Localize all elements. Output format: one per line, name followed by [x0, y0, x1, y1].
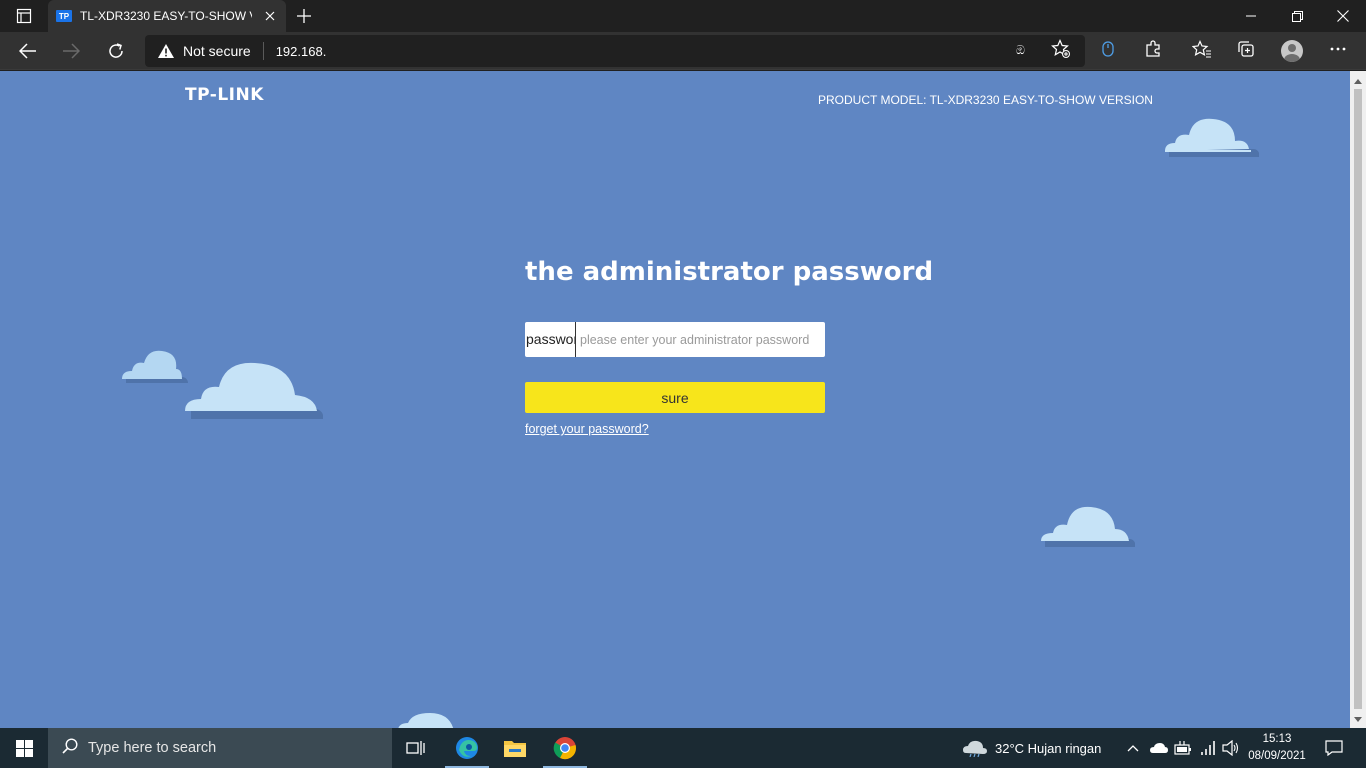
- back-icon[interactable]: [13, 36, 43, 66]
- battery-icon[interactable]: [1174, 728, 1192, 768]
- cloud-icon: [1165, 118, 1259, 157]
- refresh-icon[interactable]: [101, 36, 131, 66]
- wifi-icon[interactable]: [1199, 728, 1217, 768]
- tp-link-favicon-icon: TP: [56, 10, 72, 22]
- page-scrollbar[interactable]: [1350, 71, 1366, 728]
- more-options-icon[interactable]: [1327, 38, 1349, 60]
- warning-icon[interactable]: [157, 43, 175, 59]
- task-view-icon[interactable]: [392, 728, 440, 768]
- sure-button[interactable]: sure: [525, 382, 825, 413]
- password-input[interactable]: passwor please enter your administrator …: [525, 322, 825, 357]
- login-panel: the administrator password passwor pleas…: [525, 257, 934, 436]
- system-clock[interactable]: 15:13 08/09/2021: [1246, 731, 1308, 765]
- volume-icon[interactable]: [1222, 728, 1240, 768]
- onedrive-icon[interactable]: [1150, 728, 1168, 768]
- weather-text: 32°C Hujan ringan: [995, 740, 1102, 756]
- cloud-icon: [398, 713, 454, 728]
- weather-widget[interactable]: 32°C Hujan ringan: [962, 728, 1101, 768]
- scroll-down-icon[interactable]: [1350, 711, 1366, 727]
- forgot-password-link[interactable]: forget your password?: [525, 422, 649, 436]
- address-divider: [262, 42, 264, 60]
- clock-date: 08/09/2021: [1248, 750, 1306, 762]
- notification-center-icon[interactable]: [1318, 728, 1350, 768]
- taskbar-search[interactable]: Type here to search: [48, 728, 392, 768]
- scroll-thumb[interactable]: [1354, 89, 1362, 709]
- edge-icon[interactable]: [443, 728, 491, 768]
- tab-actions-icon[interactable]: [8, 4, 40, 28]
- tp-link-logo: TP-LINK: [185, 85, 264, 105]
- page-title: the administrator password: [525, 257, 934, 287]
- clock-time: 15:13: [1262, 733, 1292, 745]
- password-placeholder[interactable]: please enter your administrator password: [576, 333, 809, 347]
- new-tab-icon[interactable]: [292, 4, 316, 28]
- restore-icon[interactable]: [1274, 0, 1320, 32]
- add-favorite-icon[interactable]: [1050, 38, 1072, 60]
- browser-toolbar: Not secure 192.168. ඔ: [0, 32, 1366, 70]
- profile-avatar-icon[interactable]: [1281, 40, 1303, 62]
- close-window-icon[interactable]: [1320, 0, 1366, 32]
- cloud-icon: [185, 362, 323, 419]
- password-value[interactable]: passwor: [525, 322, 576, 357]
- minimize-icon[interactable]: [1228, 0, 1274, 32]
- read-aloud-icon[interactable]: ඔ: [1014, 38, 1036, 60]
- svg-text:ඔ: ඔ: [1016, 43, 1025, 56]
- weather-cloud-icon: [963, 740, 987, 757]
- show-hidden-icons-icon[interactable]: [1127, 728, 1139, 768]
- browser-tab-bar: TP TL-XDR3230 EASY-TO-SHOW VE: [0, 0, 1366, 32]
- tab-title: TL-XDR3230 EASY-TO-SHOW VE: [80, 9, 252, 23]
- search-placeholder: Type here to search: [88, 740, 217, 756]
- security-status[interactable]: Not secure: [183, 43, 251, 59]
- product-model: PRODUCT MODEL: TL-XDR3230 EASY-TO-SHOW V…: [818, 93, 1153, 107]
- cloud-icon: [1041, 506, 1135, 547]
- extensions-icon[interactable]: [1142, 38, 1164, 60]
- favorites-icon[interactable]: [1191, 38, 1213, 60]
- cloud-icon: [122, 350, 188, 383]
- collections-icon[interactable]: [1235, 38, 1257, 60]
- close-tab-icon[interactable]: [262, 8, 278, 24]
- browser-tab[interactable]: TP TL-XDR3230 EASY-TO-SHOW VE: [48, 0, 286, 32]
- tracking-prevention-icon[interactable]: [1097, 38, 1119, 60]
- url-text[interactable]: 192.168.: [276, 44, 327, 59]
- file-explorer-icon[interactable]: [491, 728, 539, 768]
- forward-icon[interactable]: [56, 36, 86, 66]
- scroll-up-icon[interactable]: [1350, 73, 1366, 89]
- address-bar[interactable]: Not secure 192.168.: [145, 35, 1085, 67]
- windows-start-icon[interactable]: [0, 728, 48, 768]
- page-viewport: TP-LINK PRODUCT MODEL: TL-XDR3230 EASY-T…: [0, 71, 1350, 728]
- windows-taskbar: Type here to search 32°C Hujan ringan 15…: [0, 728, 1366, 768]
- chrome-icon[interactable]: [541, 728, 589, 768]
- search-icon: [62, 737, 78, 759]
